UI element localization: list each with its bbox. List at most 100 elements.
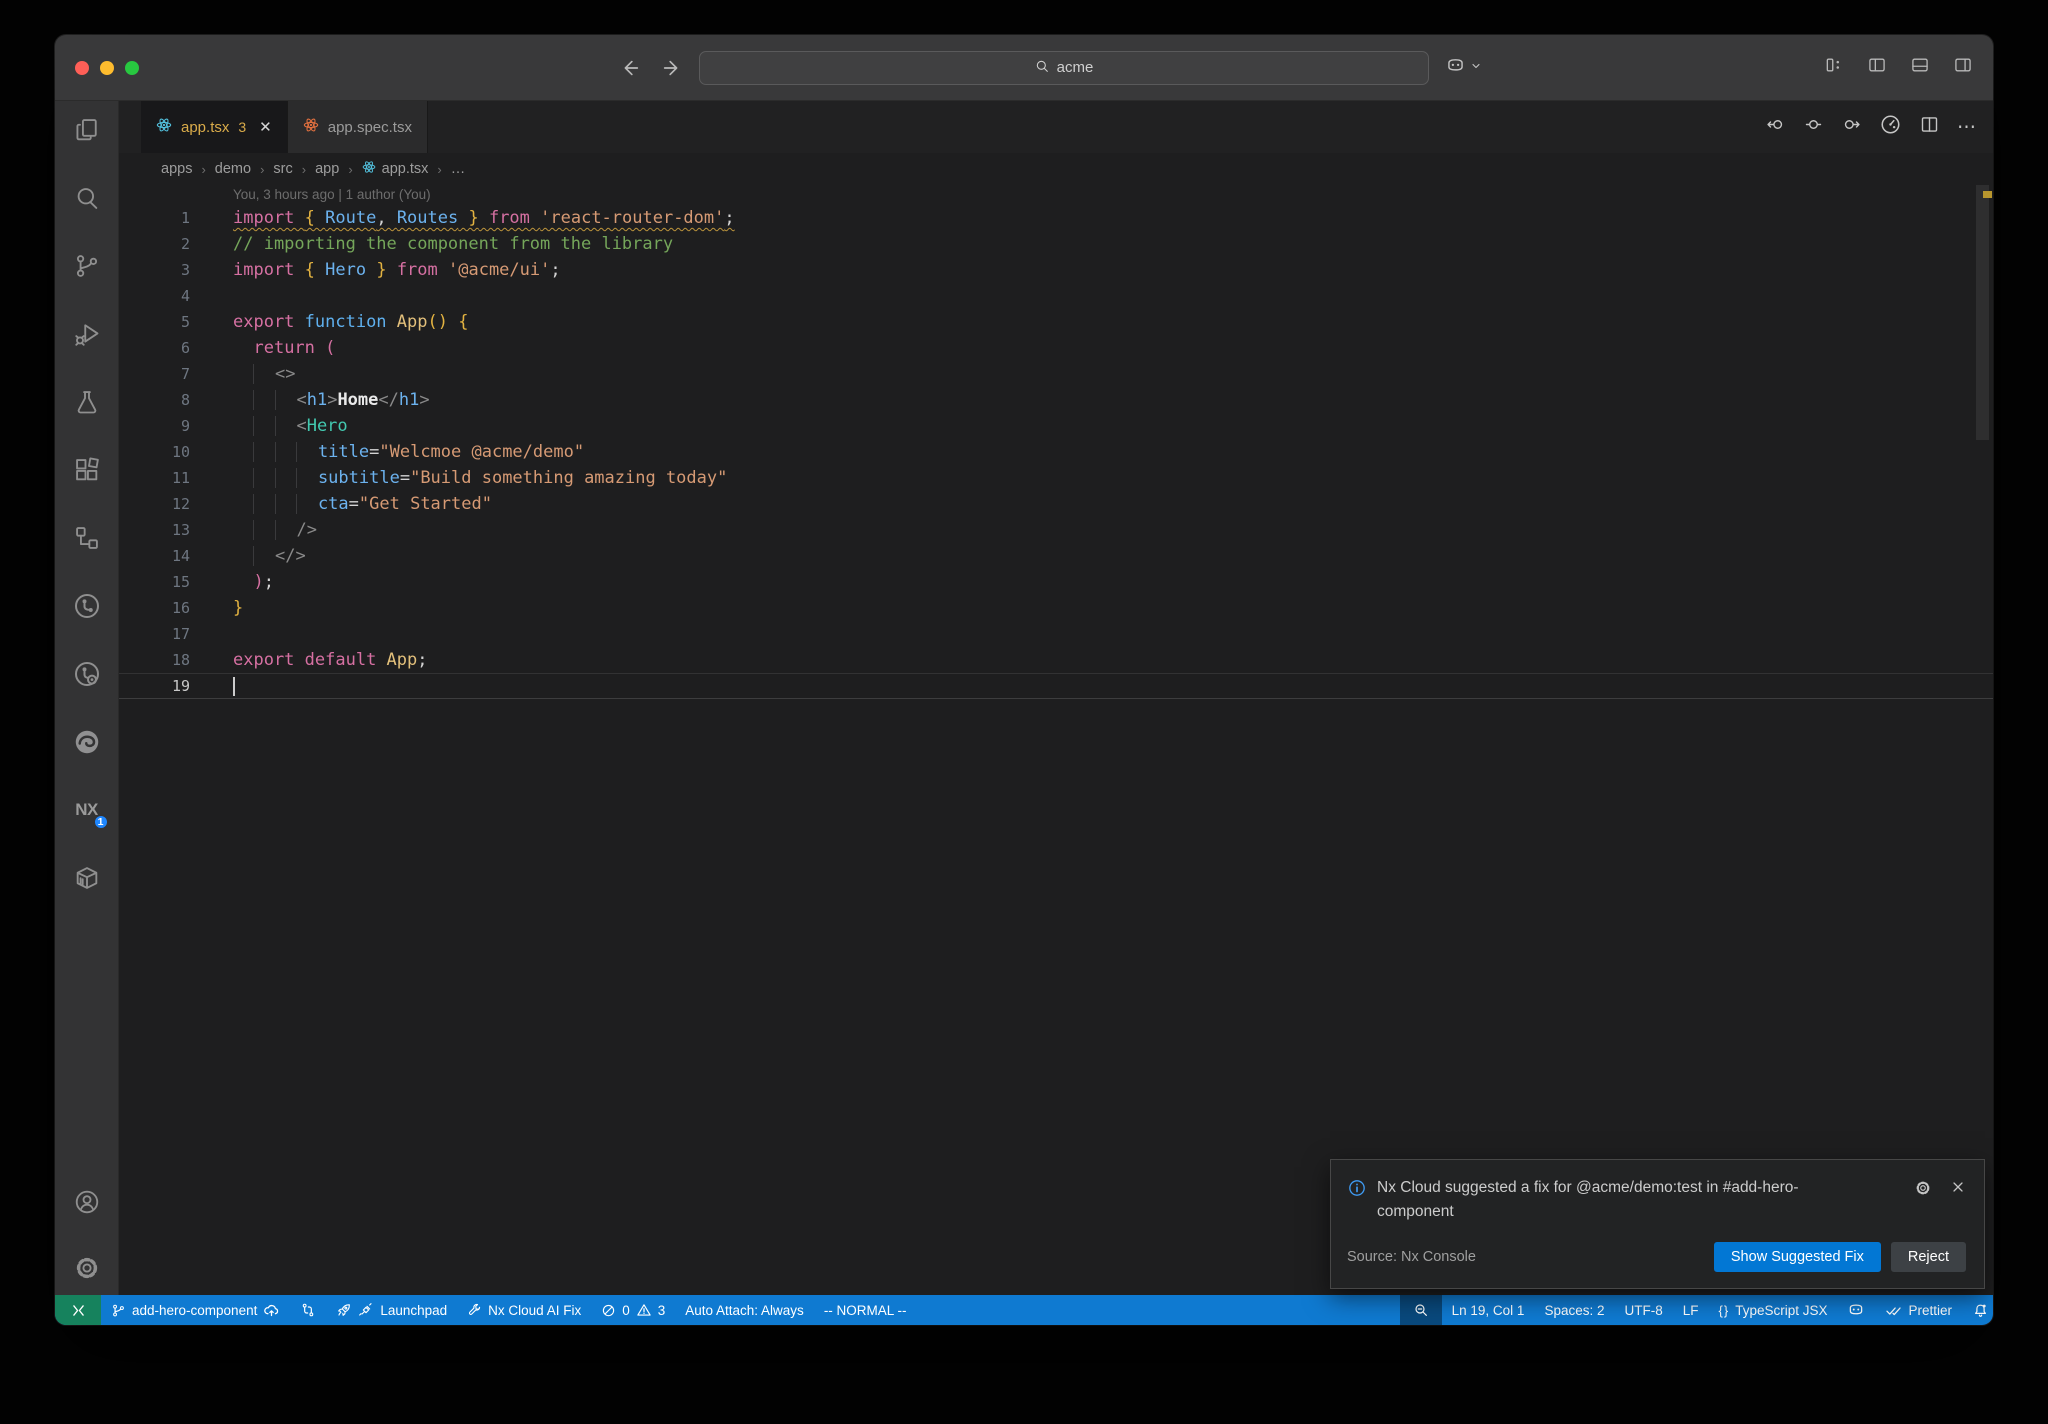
toggle-secondary-sidebar-icon[interactable] — [1953, 55, 1973, 80]
customize-layout-icon[interactable] — [1824, 55, 1844, 80]
react-icon — [362, 160, 376, 178]
close-window-button[interactable] — [75, 60, 89, 75]
code-line-17[interactable]: 17 — [119, 621, 1993, 647]
code-line-18[interactable]: 18 export default App; — [119, 647, 1993, 673]
plug-icon — [358, 1302, 374, 1318]
nx-console-icon[interactable]: NX 1 — [72, 795, 109, 830]
code-line-3[interactable]: 3 import { Hero } from '@acme/ui'; — [119, 257, 1993, 283]
breadcrumb-separator: › — [201, 161, 206, 177]
settings-gear-icon[interactable] — [72, 1253, 102, 1283]
encoding-item[interactable]: UTF-8 — [1614, 1295, 1672, 1325]
run-debug-icon[interactable] — [72, 319, 102, 349]
previous-change-icon[interactable] — [1765, 114, 1786, 140]
errors-icon — [601, 1303, 616, 1318]
zoom-out-icon — [1413, 1302, 1429, 1318]
branch-compare-item[interactable] — [290, 1295, 326, 1325]
code-line-10[interactable]: 10 title="Welcmoe @acme/demo" — [119, 439, 1993, 465]
code-line-11[interactable]: 11 subtitle="Build something amazing tod… — [119, 465, 1993, 491]
code-line-8[interactable]: 8 <h1>Home</h1> — [119, 387, 1993, 413]
editor-scrollbar[interactable] — [1976, 185, 1989, 440]
indentation-item[interactable]: Spaces: 2 — [1534, 1295, 1614, 1325]
tab-app-spec-tsx[interactable]: app.spec.tsx — [287, 101, 428, 153]
vim-mode-item[interactable]: -- NORMAL -- — [814, 1295, 917, 1325]
formatter-item[interactable]: Prettier — [1875, 1295, 1962, 1325]
breadcrumb-item[interactable]: app — [315, 161, 339, 177]
minimize-window-button[interactable] — [100, 60, 114, 75]
bell-icon — [1972, 1302, 1989, 1319]
react-test-icon — [303, 117, 319, 137]
nx-cloud-ai-fix-item[interactable]: Nx Cloud AI Fix — [457, 1295, 591, 1325]
code-line-14[interactable]: 14 </> — [119, 543, 1993, 569]
code-line-4[interactable]: 4 — [119, 283, 1993, 309]
breadcrumb-item[interactable]: demo — [215, 161, 251, 177]
nx-graph-alt-icon[interactable] — [72, 659, 102, 689]
next-change-icon[interactable] — [1841, 114, 1862, 140]
warnings-icon — [636, 1302, 652, 1318]
testing-icon[interactable] — [72, 387, 102, 417]
eol-item[interactable]: LF — [1673, 1295, 1709, 1325]
tab-bar: app.tsx 3 ✕ app.spec.tsx ⋯ — [119, 101, 1993, 153]
nx-badge: 1 — [92, 814, 109, 830]
code-line-15[interactable]: 15 ); — [119, 569, 1993, 595]
breadcrumb-more[interactable]: … — [451, 161, 466, 177]
breadcrumb-item[interactable]: apps — [161, 161, 192, 177]
vscode-window: acme NX 1 app.tsx 3 ✕ app.spec.tsx ⋯ app… — [55, 35, 1993, 1325]
toast-source: Source: Nx Console — [1347, 1249, 1476, 1265]
code-line-1[interactable]: 1 import { Route, Routes } from 'react-ro… — [119, 205, 1993, 231]
problems-item[interactable]: 0 3 — [591, 1295, 675, 1325]
screen: acme NX 1 app.tsx 3 ✕ app.spec.tsx ⋯ app… — [0, 0, 2048, 1424]
wrench-icon — [467, 1303, 482, 1318]
account-icon[interactable] — [72, 1187, 102, 1217]
show-suggested-fix-button[interactable]: Show Suggested Fix — [1713, 1242, 1881, 1272]
code-line-5[interactable]: 5 export function App() { — [119, 309, 1993, 335]
code-line-19[interactable]: 19 — [119, 673, 1993, 699]
current-change-icon[interactable] — [1803, 114, 1824, 140]
reject-button[interactable]: Reject — [1890, 1242, 1966, 1272]
nx-graph-icon[interactable] — [72, 591, 102, 621]
copilot-status-item[interactable] — [1837, 1295, 1875, 1325]
explorer-icon[interactable] — [72, 115, 102, 145]
toggle-panel-icon[interactable] — [1910, 55, 1930, 80]
search-view-icon[interactable] — [72, 183, 102, 213]
hierarchy-icon[interactable] — [72, 523, 102, 553]
split-editor-icon[interactable] — [1919, 114, 1940, 140]
code-line-2[interactable]: 2// importing the component from the lib… — [119, 231, 1993, 257]
more-actions-icon[interactable]: ⋯ — [1957, 116, 1977, 139]
cursor-position-item[interactable]: Ln 19, Col 1 — [1442, 1295, 1535, 1325]
code-editor[interactable]: You, 3 hours ago | 1 author (You) 1 impor… — [119, 185, 1993, 1295]
launchpad-item[interactable]: Launchpad — [326, 1295, 457, 1325]
code-line-9[interactable]: 9 <Hero — [119, 413, 1993, 439]
tab-app-tsx[interactable]: app.tsx 3 ✕ — [141, 101, 288, 153]
extensions-icon[interactable] — [72, 455, 102, 485]
back-arrow-icon[interactable] — [619, 57, 641, 79]
forward-arrow-icon[interactable] — [661, 57, 683, 79]
copilot-menu[interactable] — [1445, 55, 1482, 81]
notifications-bell-item[interactable] — [1962, 1295, 1993, 1325]
code-line-13[interactable]: 13 /> — [119, 517, 1993, 543]
zoom-indicator[interactable] — [1399, 1295, 1442, 1325]
package-icon[interactable] — [72, 863, 102, 893]
code-line-12[interactable]: 12 cta="Get Started" — [119, 491, 1993, 517]
breadcrumb-separator: › — [348, 161, 353, 177]
maximize-window-button[interactable] — [125, 60, 139, 75]
close-tab-icon[interactable]: ✕ — [259, 118, 272, 136]
command-center-search[interactable]: acme — [698, 50, 1429, 85]
edge-browser-icon[interactable] — [72, 727, 102, 757]
breadcrumb-file[interactable]: app.tsx — [362, 160, 428, 178]
git-branch-item[interactable]: add-hero-component — [101, 1295, 290, 1325]
run-file-icon[interactable] — [1879, 113, 1902, 141]
toggle-primary-sidebar-icon[interactable] — [1867, 55, 1887, 80]
toast-close-icon[interactable] — [1950, 1179, 1966, 1202]
source-control-icon[interactable] — [72, 251, 102, 281]
braces-icon: {} — [1718, 1302, 1730, 1318]
code-line-16[interactable]: 16} — [119, 595, 1993, 621]
code-line-6[interactable]: 6 return ( — [119, 335, 1993, 361]
remote-indicator[interactable] — [55, 1295, 101, 1325]
code-line-7[interactable]: 7 <> — [119, 361, 1993, 387]
toast-settings-gear-icon[interactable] — [1914, 1179, 1932, 1202]
breadcrumb-item[interactable]: src — [273, 161, 292, 177]
rocket-icon — [336, 1302, 352, 1318]
copilot-icon — [1847, 1301, 1865, 1319]
language-mode-item[interactable]: {} TypeScript JSX — [1709, 1295, 1838, 1325]
auto-attach-item[interactable]: Auto Attach: Always — [675, 1295, 814, 1325]
